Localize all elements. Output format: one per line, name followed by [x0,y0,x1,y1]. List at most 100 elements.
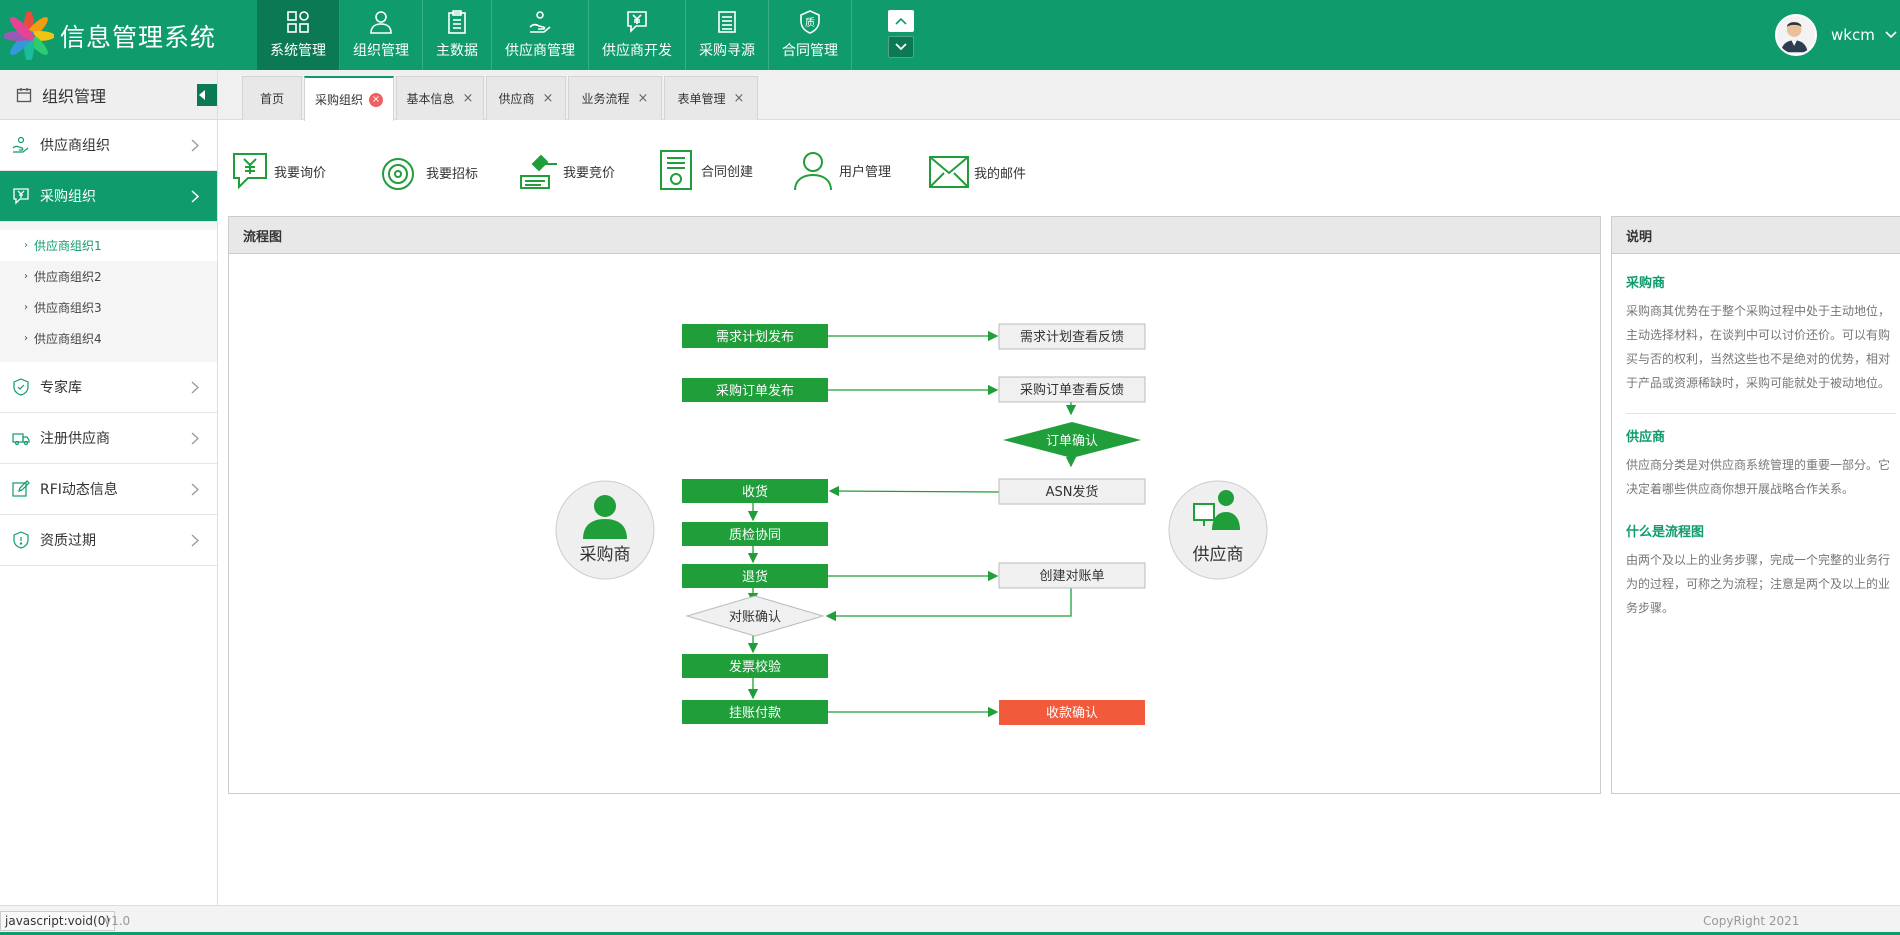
nav-label: 采购寻源 [699,43,755,59]
tab-label: 供应商 [498,92,535,106]
nav-item-contract[interactable]: 质 合同管理 [769,0,852,70]
truck-icon [12,433,30,446]
supplier-hand-icon [12,136,29,153]
tab-business-flow[interactable]: 业务流程 × [568,76,662,120]
close-icon[interactable]: × [369,92,383,107]
nav-scroll-up-button[interactable] [888,10,914,32]
footer: javascript:void(0) v1.0 CopyRight 2021 [0,905,1900,935]
submenu-item[interactable]: › 供应商组织2 [0,261,217,292]
tab-supplier[interactable]: 供应商 × [486,76,566,120]
flow-node[interactable]: 创建对账单 [998,562,1146,589]
sidebar-item-label: RFI动态信息 [40,482,118,498]
flow-decision-node[interactable]: 订单确认 [1003,422,1141,458]
nav-scroll-down-button[interactable] [888,36,914,58]
quick-action-label: 用户管理 [839,164,892,180]
nav-label: 组织管理 [353,43,409,59]
svg-text:质: 质 [805,17,815,29]
tab-label: 首页 [259,92,284,106]
nav-item-supplier-mgmt[interactable]: 供应商管理 [492,0,589,70]
sidebar-title: 组织管理 [42,86,107,106]
quick-inquiry-button[interactable]: 我要询价 [230,150,326,192]
sidebar-item-rfi-info[interactable]: RFI动态信息 [0,464,217,515]
user-icon [794,152,832,191]
description-heading: 采购商 [1626,276,1666,291]
nav-scroll [888,10,916,62]
user-menu[interactable]: wkcm [1775,14,1897,56]
close-icon[interactable]: × [638,91,649,106]
flow-node[interactable]: 发票校验 [682,654,828,678]
flow-node[interactable]: ASN发货 [998,478,1146,505]
tab-bar: 首页 采购组织 × 基本信息 × 供应商 × 业务流程 × 表单管理 × [218,70,1900,121]
logo-icon [4,12,54,60]
tab-home[interactable]: 首页 [242,76,302,120]
nav-item-sourcing[interactable]: 采购寻源 [686,0,769,70]
nav-item-org[interactable]: 组织管理 [340,0,423,70]
main-nav: 系统管理 组织管理 主数据 供应商管理 供应商开发 采购寻源 质 合同管理 [257,0,852,70]
quick-tender-button[interactable]: 我要招标 [378,152,478,192]
clipboard-icon [448,10,466,34]
flow-node[interactable]: 质检协同 [682,522,828,546]
flow-node-label: 收货 [742,484,768,500]
quick-action-label: 我要询价 [274,165,327,181]
flow-diagram: 采购商 供应商 需求计划发布 采购订单发布 收货 质检协同 退货 对账确认 发票… [555,323,1268,725]
target-icon [382,158,414,190]
submenu-item-label: 供应商组织2 [34,270,102,284]
gavel-icon [520,154,557,189]
certificate-icon [660,150,692,190]
sidebar-item-expert-library[interactable]: 专家库 [0,362,217,413]
description-text: 由两个及以上的业务步骤，完成一个完整的业务行为的过程，可称之为流程；注意是两个及… [1626,553,1891,615]
flow-node-label: 收款确认 [1046,706,1098,721]
quick-mail-button[interactable]: 我的邮件 [928,155,1026,189]
sidebar: 组织管理 供应商组织 采购组织 › 供应商组织1 › 供应商组织2 › 供应商组织3 … [0,70,218,905]
tab-label: 采购组织 [314,93,363,107]
quick-bidding-button[interactable]: 我要竞价 [519,150,615,192]
sidebar-item-qualification-expired[interactable]: 资质过期 [0,515,217,566]
tab-label: 基本信息 [406,92,455,106]
sidebar-item-label: 专家库 [40,380,82,396]
flow-decision-node[interactable]: 对账确认 [685,595,825,637]
flow-node-label: 质检协同 [729,528,781,543]
chevron-right-icon: › [24,302,28,313]
flow-node-label: 对账确认 [729,610,781,625]
grid-icon [287,11,309,33]
chevron-down-icon [895,43,907,51]
sidebar-item-purchase-org[interactable]: 采购组织 [0,171,217,222]
supplier-node: 供应商 [1168,480,1268,580]
flow-node[interactable]: 采购订单发布 [682,378,828,402]
flow-node-label: 需求计划发布 [716,329,794,345]
submenu-item[interactable]: › 供应商组织4 [0,323,217,354]
flow-node[interactable]: 挂账付款 [682,700,828,724]
quick-contract-button[interactable]: 合同创建 [657,148,753,192]
buyer-label: 采购商 [580,545,631,565]
close-icon[interactable]: × [543,91,554,106]
sidebar-collapse-button[interactable] [197,84,217,106]
nav-item-master-data[interactable]: 主数据 [423,0,492,70]
flow-node[interactable]: 收货 [682,479,828,503]
flow-node[interactable]: 退货 [682,564,828,588]
nav-item-system[interactable]: 系统管理 [257,0,340,70]
tab-form-mgmt[interactable]: 表单管理 × [664,76,758,120]
caret-left-icon [199,90,205,100]
close-icon[interactable]: × [734,91,745,106]
user-icon [370,11,392,34]
nav-item-supplier-dev[interactable]: 供应商开发 [589,0,686,70]
flow-node-label: 采购订单查看反馈 [1020,382,1124,398]
top-header: 信息管理系统 系统管理 组织管理 主数据 供应商管理 供应商开发 采购寻源 质 … [0,0,1900,70]
submenu-item[interactable]: › 供应商组织1 [0,230,217,261]
flow-node[interactable]: 需求计划查看反馈 [998,323,1146,350]
flow-node[interactable]: 采购订单查看反馈 [998,376,1146,403]
close-icon[interactable]: × [463,91,474,106]
list-icon [718,11,736,33]
tab-basic-info[interactable]: 基本信息 × [396,76,484,120]
sidebar-item-supplier-org[interactable]: 供应商组织 [0,120,217,171]
sidebar-item-register-supplier[interactable]: 注册供应商 [0,413,217,464]
flow-node[interactable]: 需求计划发布 [682,324,828,348]
quick-user-mgmt-button[interactable]: 用户管理 [791,148,891,192]
nav-label: 供应商管理 [505,43,575,59]
yen-chat-icon [233,153,267,190]
submenu-item[interactable]: › 供应商组织3 [0,292,217,323]
tab-purchase-org[interactable]: 采购组织 × [304,76,394,121]
panel-title: 流程图 [229,217,1600,254]
sidebar-item-label: 采购组织 [40,189,96,205]
flow-node[interactable]: 收款确认 [999,700,1145,725]
